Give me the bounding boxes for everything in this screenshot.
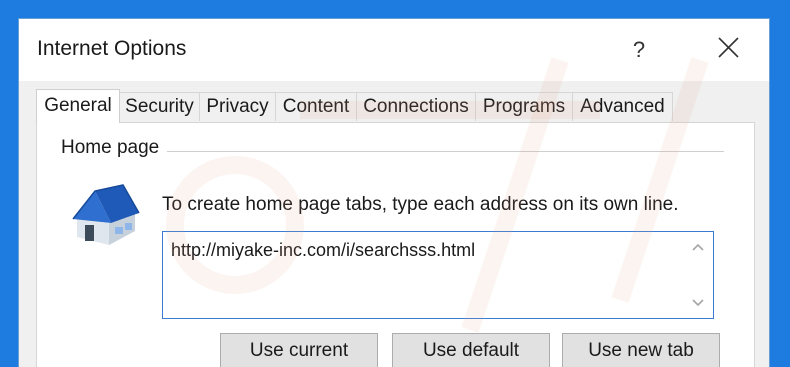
home-page-address-textarea[interactable]: http://miyake-inc.com/i/searchsss.html — [162, 231, 714, 319]
close-icon — [718, 37, 739, 58]
tab-programs[interactable]: Programs — [475, 92, 573, 121]
use-current-button[interactable]: Use current — [220, 333, 378, 367]
tab-privacy[interactable]: Privacy — [199, 92, 276, 121]
use-new-tab-button[interactable]: Use new tab — [562, 333, 720, 367]
help-button[interactable]: ? — [619, 33, 659, 67]
use-default-button[interactable]: Use default — [392, 333, 550, 367]
tab-content[interactable]: Content — [275, 92, 357, 121]
title-bar[interactable]: Internet Options ? — [19, 19, 769, 81]
tab-security[interactable]: Security — [119, 92, 200, 121]
internet-options-dialog: Internet Options ? General Security Priv… — [18, 18, 770, 367]
tab-connections[interactable]: Connections — [356, 92, 476, 121]
home-page-instructions: To create home page tabs, type each addr… — [162, 194, 679, 215]
dialog-body: General Security Privacy Content Connect… — [19, 81, 769, 367]
dialog-title: Internet Options — [37, 37, 187, 60]
tab-general[interactable]: General — [36, 89, 120, 123]
scroll-up-icon[interactable] — [691, 242, 705, 252]
scroll-down-icon[interactable] — [691, 298, 705, 308]
home-page-address-value: http://miyake-inc.com/i/searchsss.html — [171, 240, 476, 260]
general-tab-panel: Home page To create home page tabs, type… — [36, 122, 755, 367]
home-house-icon — [72, 184, 140, 245]
home-page-group-label: Home page — [61, 137, 166, 159]
tab-advanced[interactable]: Advanced — [572, 92, 673, 121]
group-divider — [167, 151, 724, 152]
close-button[interactable] — [709, 31, 749, 67]
